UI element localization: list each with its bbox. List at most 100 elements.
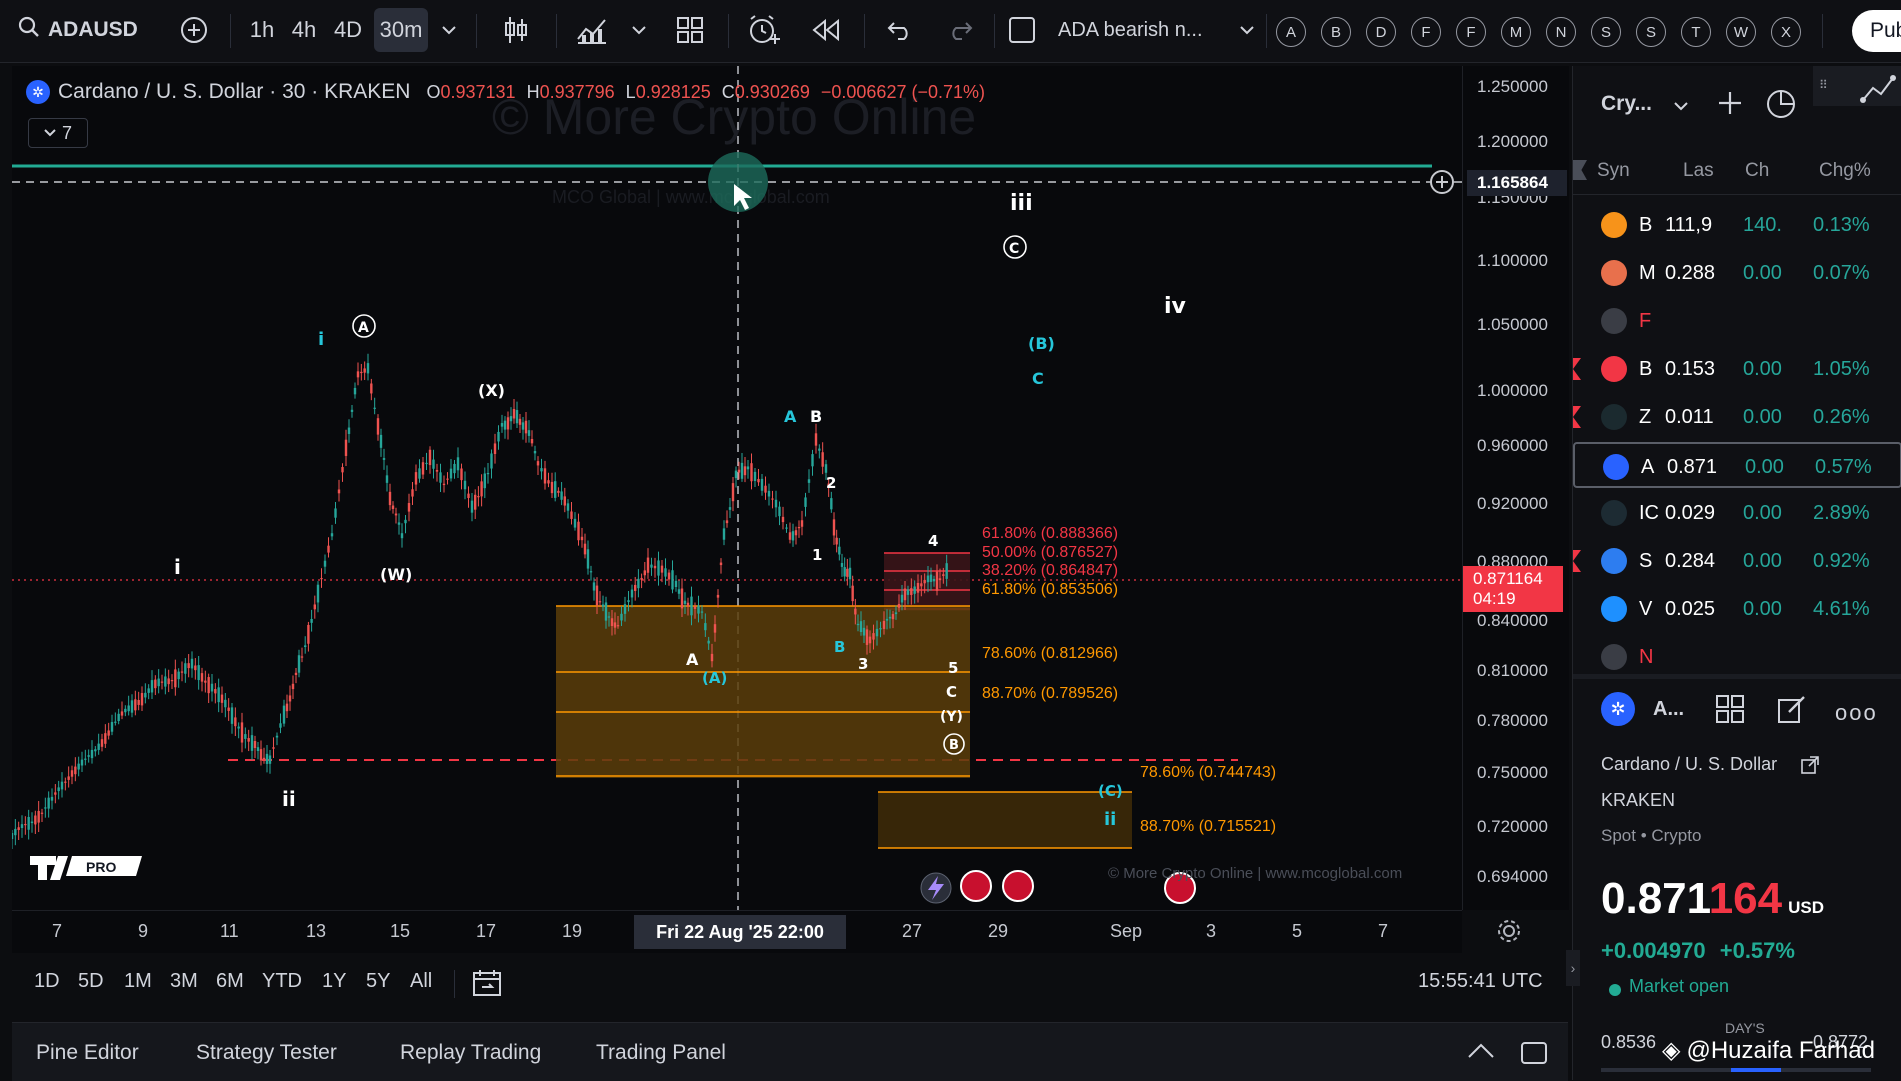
toolbar-letter-f2[interactable]: F [1456, 17, 1486, 47]
range-all-button[interactable]: All [410, 970, 432, 993]
layout-dropdown[interactable] [1236, 8, 1258, 52]
wave-label[interactable]: 1 [812, 546, 822, 564]
wave-label[interactable]: B [949, 738, 959, 753]
wave-label[interactable]: B [810, 407, 822, 426]
wave-label[interactable]: (X) [478, 381, 505, 400]
watchlist-row[interactable]: M 0.288 0.00 0.07% [1573, 250, 1901, 296]
settings-gear-icon[interactable] [1496, 918, 1522, 944]
legend-title[interactable]: Cardano / U. S. Dollar · 30 · KRAKEN [58, 80, 410, 104]
range-3m-button[interactable]: 3M [170, 970, 198, 993]
watchlist-row[interactable]: Z 0.011 0.00 0.26% [1573, 394, 1901, 440]
toolbar-letter-w[interactable]: W [1726, 17, 1756, 47]
price-scale[interactable]: 1.250000 1.200000 1.150000 1.100000 1.05… [1462, 66, 1569, 910]
alert-button[interactable] [744, 8, 784, 52]
detail-symbol-short[interactable]: A... [1653, 698, 1684, 721]
watchlist-row[interactable]: B 0.153 0.00 1.05% [1573, 346, 1901, 392]
wave-label[interactable]: (A) [702, 669, 727, 687]
watchlist-row[interactable]: S 0.284 0.00 0.92% [1573, 538, 1901, 584]
interval-1h[interactable]: 1h [244, 8, 280, 52]
tab-trading-panel[interactable]: Trading Panel [596, 1041, 726, 1065]
toolbar-letter-f1[interactable]: F [1411, 17, 1441, 47]
symbol-search[interactable]: ADAUSD [18, 8, 148, 52]
watchlist-row[interactable]: IC 0.029 0.00 2.89% [1573, 490, 1901, 536]
toolbar-letter-x[interactable]: X [1771, 17, 1801, 47]
wave-label[interactable]: ii [1104, 809, 1116, 830]
tab-replay-trading[interactable]: Replay Trading [400, 1041, 541, 1065]
toolbar-letter-n[interactable]: N [1546, 17, 1576, 47]
chevron-up-icon[interactable] [1466, 1041, 1496, 1066]
pie-chart-icon[interactable] [1765, 88, 1797, 125]
time-axis[interactable]: 7 9 11 13 15 17 19 Fri 22 Aug '25 22:00 … [12, 910, 1462, 953]
wave-label[interactable]: (W) [380, 565, 412, 584]
toolbar-letter-m[interactable]: M [1501, 17, 1531, 47]
publish-button[interactable]: Pub [1852, 10, 1901, 52]
red-flag-icon[interactable] [1573, 406, 1581, 428]
date-range-calendar-icon[interactable] [472, 968, 504, 1003]
wave-label[interactable]: i [318, 329, 324, 350]
chart-pane[interactable]: © More Crypto Online MCO Global | www.mc… [12, 66, 1462, 910]
col-last-header[interactable]: Las [1683, 160, 1714, 182]
wave-label[interactable]: A [686, 650, 699, 669]
watchlist-row[interactable]: A 0.871 0.00 0.57% [1573, 442, 1901, 488]
grid-icon[interactable] [1715, 694, 1745, 729]
us-flag-event-icon[interactable] [960, 870, 992, 902]
wave-label[interactable]: iv [1164, 294, 1187, 319]
trend-line-icon[interactable] [1859, 68, 1899, 113]
red-flag-icon[interactable] [1573, 358, 1581, 380]
toolbar-letter-t[interactable]: T [1681, 17, 1711, 47]
wave-label[interactable]: A [358, 320, 369, 336]
wave-label[interactable]: C [946, 683, 957, 701]
toolbar-letter-s2[interactable]: S [1636, 17, 1666, 47]
layout-name[interactable]: ADA bearish n... [1058, 8, 1222, 52]
watchlist-row[interactable]: F [1573, 298, 1901, 344]
wave-label[interactable]: 3 [858, 655, 868, 673]
add-symbol-plus-icon[interactable] [1717, 90, 1743, 121]
watchlist-row[interactable]: B 111,9 140. 0.13% [1573, 202, 1901, 248]
interval-4h[interactable]: 4h [286, 8, 322, 52]
range-5d-button[interactable]: 5D [78, 970, 104, 993]
toolbar-letter-a[interactable]: A [1276, 17, 1306, 47]
range-1d-button[interactable]: 1D [34, 970, 60, 993]
range-ytd-button[interactable]: YTD [262, 970, 302, 993]
range-1y-button[interactable]: 1Y [322, 970, 346, 993]
toolbar-letter-d[interactable]: D [1366, 17, 1396, 47]
us-flag-event-icon[interactable] [1002, 870, 1034, 902]
collapse-panel-arrow[interactable]: › [1566, 950, 1580, 986]
indicators-button[interactable] [572, 8, 612, 52]
replay-button[interactable] [806, 8, 846, 52]
wave-label[interactable]: 5 [948, 659, 958, 677]
undo-button[interactable] [880, 8, 920, 52]
interval-dropdown[interactable] [436, 8, 462, 52]
tab-pine-editor[interactable]: Pine Editor [36, 1041, 139, 1065]
wave-label[interactable]: C [1009, 241, 1019, 257]
range-5y-button[interactable]: 5Y [366, 970, 390, 993]
col-changepct-header[interactable]: Chg% [1819, 160, 1871, 182]
wave-label[interactable]: B [834, 638, 845, 656]
indicators-collapse-button[interactable]: 7 [28, 118, 88, 148]
fib-target-zone[interactable] [556, 606, 970, 778]
interval-30m[interactable]: 30m [374, 8, 428, 52]
tab-strategy-tester[interactable]: Strategy Tester [196, 1041, 337, 1065]
watchlist-row[interactable]: V 0.025 0.00 4.61% [1573, 586, 1901, 632]
range-6m-button[interactable]: 6M [216, 970, 244, 993]
indicators-dropdown[interactable] [626, 8, 652, 52]
wave-label[interactable]: ii [282, 787, 296, 811]
wave-label[interactable]: A [784, 407, 797, 426]
toolbar-letter-b[interactable]: B [1321, 17, 1351, 47]
chart-type-button[interactable] [496, 8, 536, 52]
templates-button[interactable] [670, 8, 710, 52]
compare-symbol-button[interactable] [176, 8, 212, 52]
col-change-header[interactable]: Ch [1745, 160, 1769, 182]
more-options-icon[interactable]: ooo [1835, 700, 1878, 726]
wave-label[interactable]: (B) [1028, 334, 1055, 353]
col-symbol-header[interactable]: Syn [1597, 160, 1630, 182]
redo-button[interactable] [940, 8, 980, 52]
utc-clock[interactable]: 15:55:41 UTC [1418, 970, 1543, 993]
wave-label[interactable]: i [174, 555, 181, 579]
price-chart[interactable]: © More Crypto Online MCO Global | www.mc… [12, 66, 1462, 910]
range-1m-button[interactable]: 1M [124, 970, 152, 993]
wave-label[interactable]: 2 [826, 474, 836, 492]
external-link-icon[interactable] [1801, 756, 1819, 779]
wave-label[interactable]: iii [1010, 191, 1033, 216]
wave-label[interactable]: (Y) [940, 709, 963, 725]
